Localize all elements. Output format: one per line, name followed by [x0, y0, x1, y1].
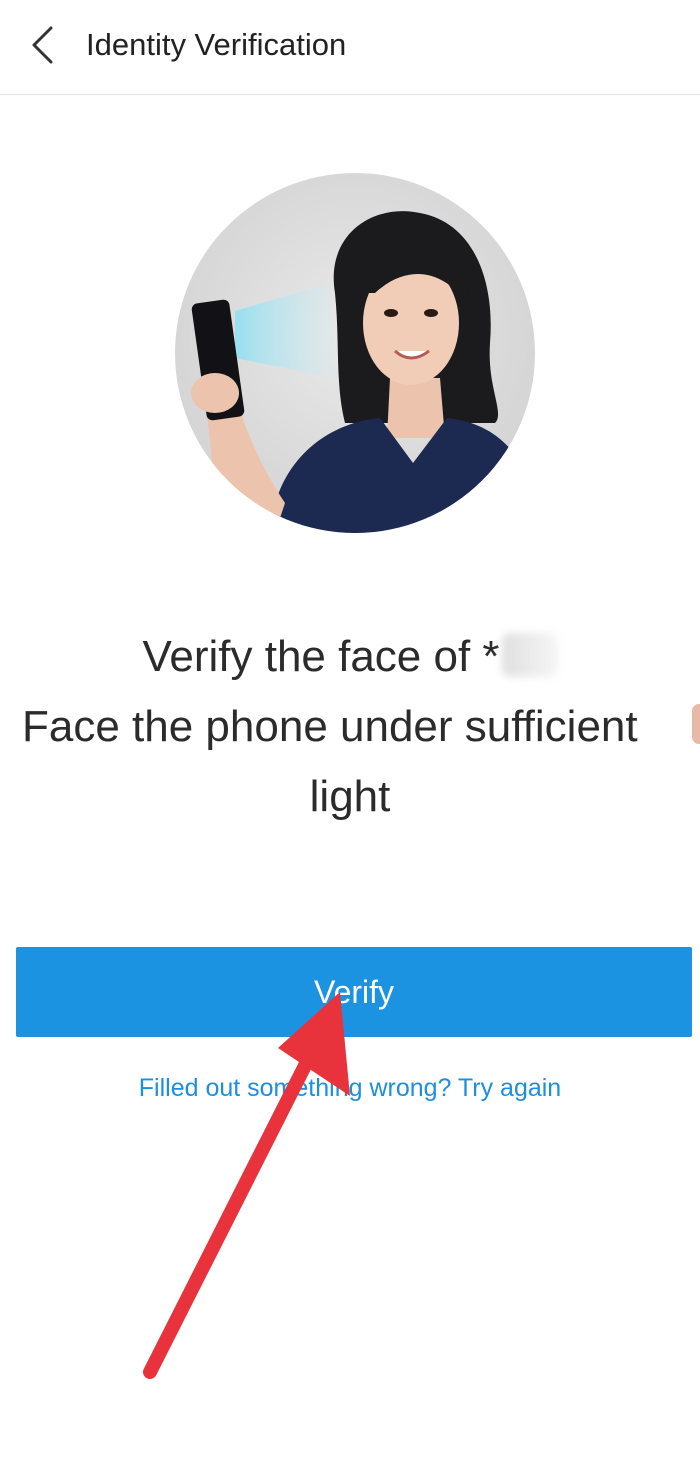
back-button[interactable]: [22, 22, 62, 68]
message-line-light: light: [309, 772, 391, 821]
verification-message: Verify the face of * Face the phone unde…: [0, 622, 700, 832]
chevron-left-icon: [32, 26, 53, 64]
try-again-link[interactable]: Filled out something wrong? Try again: [0, 1070, 700, 1106]
redacted-name-mask: [501, 633, 558, 677]
verify-button[interactable]: Verify: [16, 947, 692, 1037]
face-verification-illustration: [175, 173, 535, 533]
message-line-instruction: Face the phone under sufficient: [22, 702, 638, 751]
app-header: Identity Verification: [0, 0, 700, 95]
edge-decoration: [692, 704, 700, 744]
page-title: Identity Verification: [86, 27, 347, 62]
message-line-name: Verify the face of *: [0, 622, 700, 692]
message-line1-text: Verify the face of *: [142, 632, 500, 681]
